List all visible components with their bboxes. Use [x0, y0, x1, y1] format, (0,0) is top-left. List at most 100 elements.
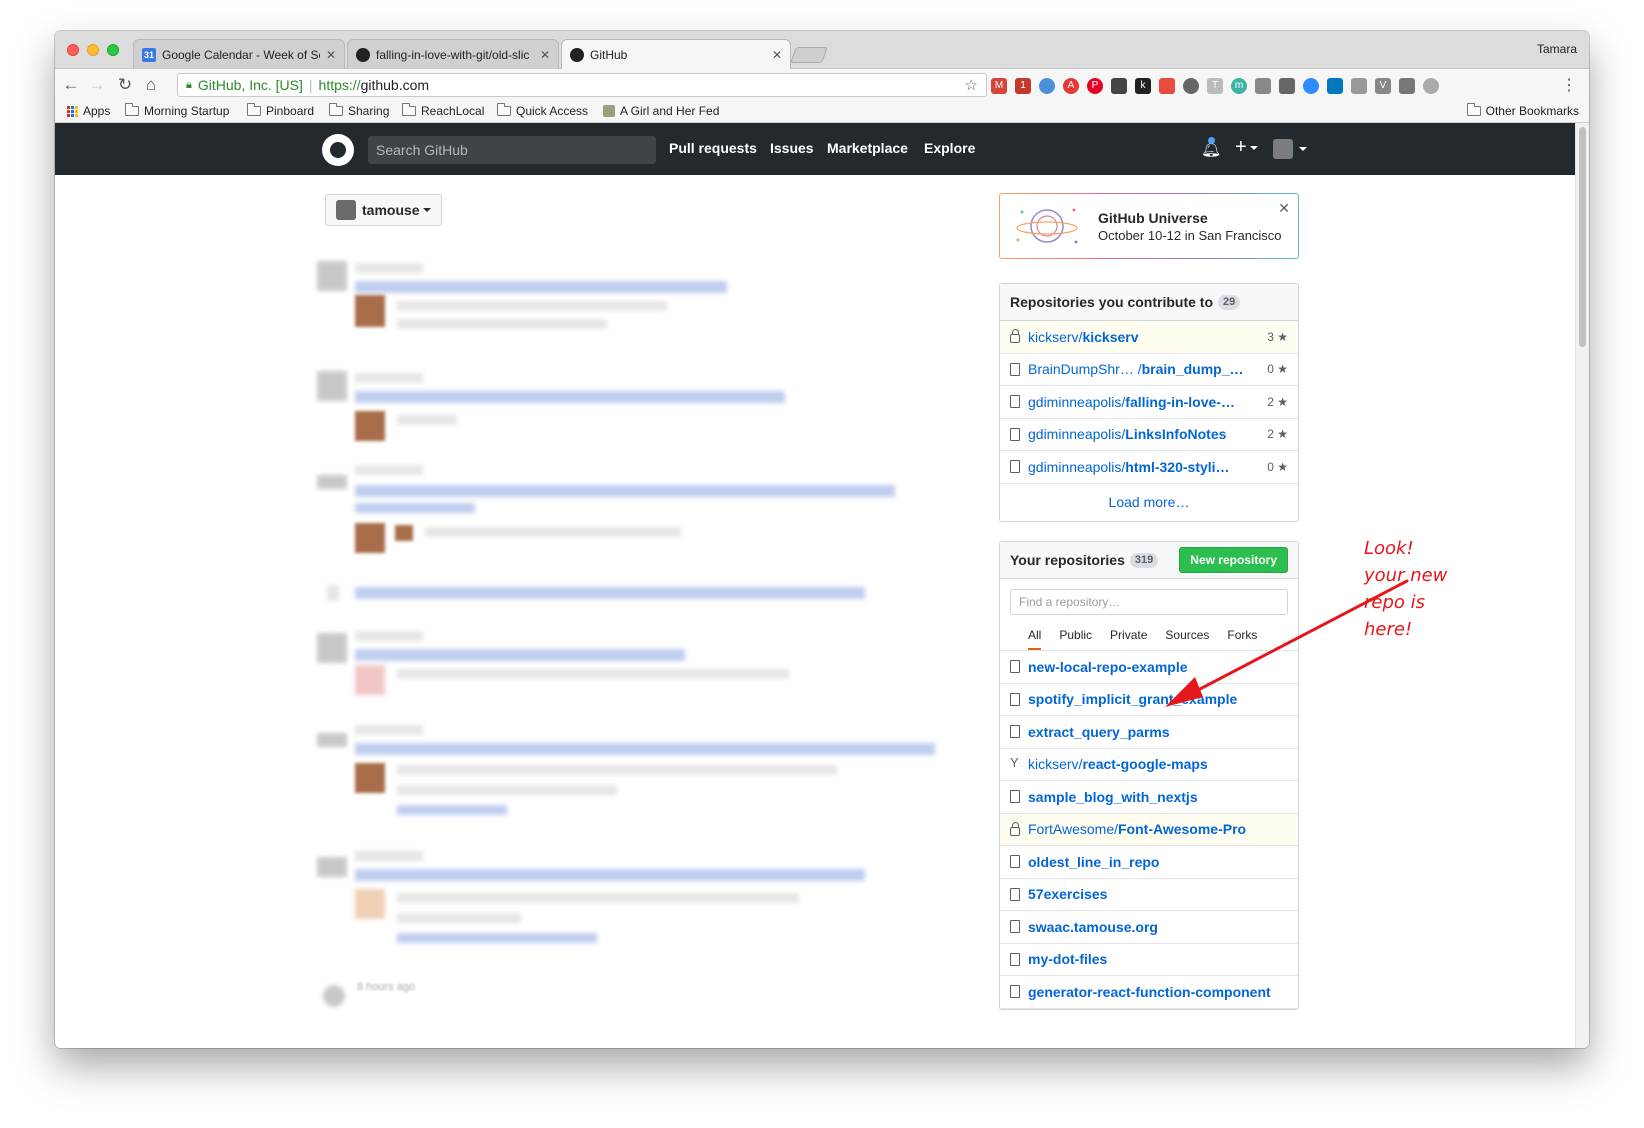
close-icon[interactable]: ✕ [540, 48, 550, 62]
tab-public[interactable]: Public [1059, 628, 1092, 650]
page-scrollbar[interactable] [1575, 123, 1589, 1048]
repo-owner-link[interactable]: BrainDumpShr… / [1028, 361, 1142, 377]
github-logo-icon[interactable] [322, 134, 354, 166]
github-search-input[interactable]: Search GitHub [368, 136, 656, 164]
pocket-extension-icon[interactable] [1111, 78, 1127, 94]
mail-extension-icon[interactable] [1279, 78, 1295, 94]
repo-owner-link[interactable]: gdiminneapolis/ [1028, 459, 1125, 475]
repo-row[interactable]: oldest_line_in_repo [1000, 846, 1298, 879]
new-tab-button[interactable] [790, 47, 828, 63]
repo-name-link[interactable]: 57exercises [1028, 886, 1107, 902]
minimize-window-button[interactable] [87, 44, 99, 56]
github-universe-banner[interactable]: GitHub Universe October 10-12 in San Fra… [999, 193, 1299, 259]
bookmark-reachlocal[interactable]: ReachLocal [402, 103, 484, 118]
bookmark-sharing[interactable]: Sharing [329, 103, 389, 118]
repo-row[interactable]: kickserv/kickserv 3 ★ [1000, 321, 1298, 354]
puzzle-extension-icon[interactable] [1399, 78, 1415, 94]
trello-extension-icon[interactable] [1327, 78, 1343, 94]
bookmark-quick-access[interactable]: Quick Access [497, 103, 588, 118]
tab-google-calendar[interactable]: 31 Google Calendar - Week of Se ✕ [133, 39, 345, 69]
nav-issues[interactable]: Issues [770, 140, 814, 156]
repo-row[interactable]: generator-react-function-component [1000, 976, 1298, 1009]
tab-private[interactable]: Private [1110, 628, 1147, 650]
clock-extension-icon[interactable] [1039, 78, 1055, 94]
dashboard-sidebar: GitHub Universe October 10-12 in San Fra… [999, 193, 1299, 1010]
nav-marketplace[interactable]: Marketplace [827, 140, 908, 156]
nav-explore[interactable]: Explore [924, 140, 975, 156]
bookmark-a-girl-and-her-fed[interactable]: A Girl and Her Fed [603, 104, 719, 118]
repo-name-link[interactable]: brain_dump_… [1142, 361, 1244, 377]
close-window-button[interactable] [67, 44, 79, 56]
bookmark-morning-startup[interactable]: Morning Startup [125, 103, 229, 118]
repo-name-link[interactable]: react-google-maps [1082, 756, 1207, 772]
new-repository-button[interactable]: New repository [1179, 547, 1288, 573]
browser-menu-icon[interactable]: ⋮ [1561, 75, 1577, 95]
repo-name-link[interactable]: html-320-styli… [1125, 459, 1229, 475]
repo-name-link[interactable]: extract_query_parms [1028, 724, 1170, 740]
repo-row[interactable]: sample_blog_with_nextjs [1000, 781, 1298, 814]
vue-extension-icon[interactable]: V [1375, 78, 1391, 94]
repo-row[interactable]: gdiminneapolis/LinksInfoNotes 2 ★ [1000, 419, 1298, 451]
back-arrow-icon[interactable]: ← [61, 75, 81, 95]
bookmark-star-icon[interactable]: ☆ [965, 76, 978, 94]
repo-name-link[interactable]: my-dot-files [1028, 951, 1107, 967]
close-icon[interactable]: ✕ [326, 48, 336, 62]
repo-owner-link[interactable]: gdiminneapolis/ [1028, 426, 1125, 442]
repo-row[interactable]: kickserv/react-google-maps [1000, 749, 1298, 781]
bookmark-apps[interactable]: Apps [67, 104, 110, 118]
repo-row[interactable]: FortAwesome/Font-Awesome-Pro [1000, 813, 1298, 846]
zoom-window-button[interactable] [107, 44, 119, 56]
tag-extension-icon[interactable] [1255, 78, 1271, 94]
bookmark-other-bookmarks[interactable]: Other Bookmarks [1466, 103, 1579, 118]
reload-icon[interactable]: ↻ [115, 75, 135, 95]
account-context-switcher[interactable]: tamouse [325, 194, 442, 226]
repo-owner-link[interactable]: kickserv/ [1028, 756, 1082, 772]
nav-pull-requests[interactable]: Pull requests [669, 140, 757, 156]
chat-extension-icon[interactable] [1159, 78, 1175, 94]
history-extension-icon[interactable] [1423, 78, 1439, 94]
create-new-plus-icon[interactable]: + [1235, 136, 1258, 159]
load-more-link[interactable]: Load more… [1000, 484, 1298, 521]
repo-row[interactable]: swaac.tamouse.org [1000, 911, 1298, 944]
repo-row[interactable]: 57exercises [1000, 879, 1298, 911]
tab-github[interactable]: GitHub ✕ [561, 39, 791, 70]
repo-name-link[interactable]: sample_blog_with_nextjs [1028, 789, 1198, 805]
forward-arrow-icon[interactable]: → [87, 75, 107, 95]
tab-all[interactable]: All [1028, 628, 1042, 650]
cloud-extension-icon[interactable] [1351, 78, 1367, 94]
repo-row[interactable]: my-dot-files [1000, 944, 1298, 976]
home-icon[interactable]: ⌂ [141, 75, 161, 95]
repo-row[interactable]: BrainDumpShr… / brain_dump_… 0 ★ [1000, 354, 1298, 386]
repo-row[interactable]: gdiminneapolis/html-320-styli… 0 ★ [1000, 451, 1298, 484]
t-extension-icon[interactable]: T [1207, 78, 1223, 94]
repo-owner-link[interactable]: FortAwesome/ [1028, 821, 1118, 837]
repo-owner-link[interactable]: gdiminneapolis/ [1028, 394, 1125, 410]
repo-name-link[interactable]: kickserv [1082, 329, 1138, 345]
adblock-extension-icon[interactable]: A [1063, 78, 1079, 94]
tab-falling-in-love-with-git[interactable]: falling-in-love-with-git/old-slic ✕ [347, 39, 559, 69]
close-icon[interactable]: ✕ [1278, 200, 1290, 217]
m-extension-icon[interactable]: m [1231, 78, 1247, 94]
repo-name-link[interactable]: swaac.tamouse.org [1028, 919, 1158, 935]
sync-extension-icon[interactable] [1183, 78, 1199, 94]
repo-name-link[interactable]: LinksInfoNotes [1125, 426, 1226, 442]
repo-name-link[interactable]: Font-Awesome-Pro [1118, 821, 1246, 837]
pinterest-extension-icon[interactable]: P [1087, 78, 1103, 94]
repo-name-link[interactable]: falling-in-love-… [1125, 394, 1235, 410]
zoom-extension-icon[interactable] [1303, 78, 1319, 94]
chevron-down-icon[interactable] [1299, 147, 1307, 151]
calendar-extension-icon[interactable]: 1 [1015, 78, 1031, 94]
scrollbar-thumb[interactable] [1579, 127, 1586, 347]
repo-owner-link[interactable]: kickserv/ [1028, 329, 1082, 345]
profile-name[interactable]: Tamara [1537, 42, 1577, 56]
close-icon[interactable]: ✕ [772, 48, 782, 62]
bookmark-pinboard[interactable]: Pinboard [247, 103, 314, 118]
repo-name-link[interactable]: generator-react-function-component [1028, 984, 1271, 1000]
repo-name-link[interactable]: oldest_line_in_repo [1028, 854, 1159, 870]
gmail-extension-icon[interactable]: M [991, 78, 1007, 94]
repo-row[interactable]: gdiminneapolis/falling-in-love-… 2 ★ [1000, 386, 1298, 419]
repo-row[interactable]: extract_query_parms [1000, 716, 1298, 749]
k-extension-icon[interactable]: k [1135, 78, 1151, 94]
address-bar[interactable]: 🔒︎ GitHub, Inc. [US] | https:// github.c… [177, 73, 987, 97]
user-avatar[interactable] [1273, 139, 1293, 159]
